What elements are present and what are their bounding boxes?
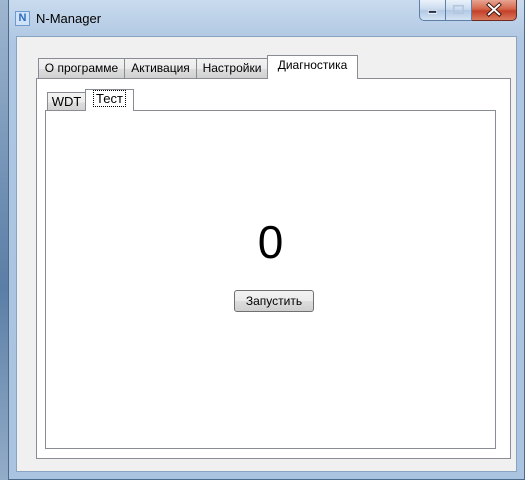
close-button[interactable] <box>472 0 517 21</box>
app-window: N N-Manager О программе Активация Настро… <box>8 0 525 480</box>
tab-about[interactable]: О программе <box>38 58 125 79</box>
desktop-background <box>0 0 8 480</box>
minimize-icon <box>427 10 438 14</box>
minimize-button[interactable] <box>419 0 446 21</box>
counter-value: 0 <box>257 216 284 268</box>
app-n-icon: N <box>15 11 30 26</box>
window-title: N-Manager <box>36 11 102 26</box>
tab-diagnostics[interactable]: Диагностика <box>267 55 358 79</box>
maximize-icon <box>452 4 465 15</box>
run-button[interactable]: Запустить <box>234 290 314 312</box>
subtab-test[interactable]: Тест <box>85 89 134 111</box>
tab-activation[interactable]: Активация <box>124 58 197 79</box>
maximize-button[interactable] <box>446 0 472 21</box>
close-icon <box>486 2 502 17</box>
diagnostics-page: WDT Тест 0 Запустить <box>36 78 511 459</box>
test-page: 0 Запустить <box>45 110 496 449</box>
subtab-wdt[interactable]: WDT <box>47 92 86 112</box>
title-bar[interactable]: N N-Manager <box>9 0 524 36</box>
tab-settings[interactable]: Настройки <box>196 58 268 79</box>
client-area: О программе Активация Настройки Диагност… <box>16 36 517 472</box>
subtab-test-label: Тест <box>93 90 126 107</box>
